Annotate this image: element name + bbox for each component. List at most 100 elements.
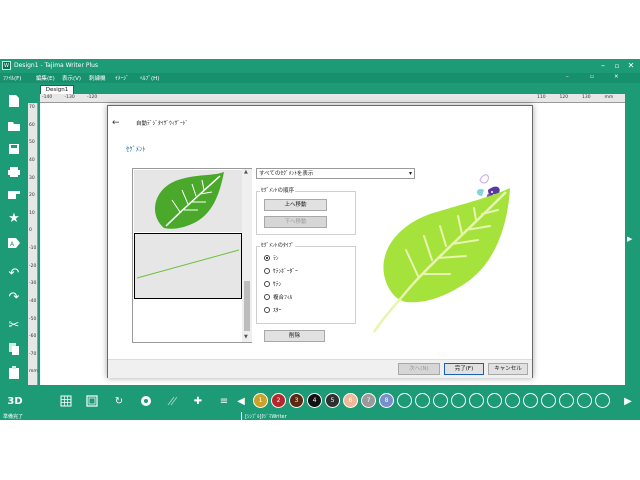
ruler-tick-label: 40 bbox=[29, 157, 35, 163]
radio-dot bbox=[264, 268, 270, 274]
segment-order-group bbox=[256, 191, 356, 235]
ruler-tick-label: 30 bbox=[29, 175, 35, 181]
vertical-ruler: 70 60 50 40 30 20 10 0 -10 -20 -30 -40 -50 -60 -70 mm bbox=[28, 103, 38, 385]
horizontal-ruler: -140 -130 -120 110 120 130 mm bbox=[40, 94, 625, 103]
print-icon[interactable] bbox=[4, 162, 24, 182]
ruler-tick-label: 50 bbox=[29, 140, 35, 146]
cancel-button[interactable]: キャンセル bbox=[488, 363, 528, 375]
menu-edit[interactable]: 編集(E) bbox=[36, 74, 55, 82]
color-scroll-left-icon[interactable]: ◀ bbox=[233, 393, 249, 409]
segment-thumbnail-line[interactable] bbox=[134, 233, 242, 299]
segment-thumbnail-leaf[interactable] bbox=[134, 170, 242, 232]
doc-close-icon[interactable]: ✕ bbox=[614, 74, 619, 80]
canvas-vertical-scrollbar[interactable]: ▶ bbox=[625, 103, 635, 385]
segment-list[interactable]: ▲ ▼ bbox=[132, 168, 252, 343]
ruler-tick-label: 110 bbox=[537, 95, 546, 100]
close-button[interactable]: ✕ bbox=[624, 61, 638, 71]
segment-list-scrollbar[interactable]: ▲ ▼ bbox=[242, 169, 252, 342]
empty-color-swatch[interactable] bbox=[577, 393, 592, 408]
radio-satin-border[interactable]: ｻﾃﾝﾎﾞｰﾀﾞｰ bbox=[264, 267, 298, 275]
move-up-button[interactable]: 上へ移動 bbox=[264, 199, 327, 211]
segment-order-label: ｾｸﾞﾒﾝﾄの順序 bbox=[260, 186, 296, 194]
undo-icon[interactable]: ↶ bbox=[4, 263, 24, 283]
scroll-thumb[interactable] bbox=[244, 281, 250, 331]
color-swatch-1[interactable]: 1 bbox=[253, 393, 268, 408]
move-icon[interactable]: ✚ bbox=[190, 393, 206, 409]
menu-view[interactable]: 表示(V) bbox=[62, 74, 81, 82]
ruler-tick-label: 130 bbox=[582, 95, 591, 100]
empty-color-swatch[interactable] bbox=[451, 393, 466, 408]
empty-color-swatch[interactable] bbox=[433, 393, 448, 408]
segment-preview bbox=[366, 164, 526, 339]
color-swatch-6[interactable]: 6 bbox=[343, 393, 358, 408]
new-file-icon[interactable] bbox=[4, 91, 24, 111]
left-toolbar: ★ A ↶ ↷ ✂ bbox=[0, 83, 28, 390]
empty-color-swatch[interactable] bbox=[541, 393, 556, 408]
move-down-button[interactable]: 下へ移動 bbox=[264, 216, 327, 228]
empty-color-swatch[interactable] bbox=[397, 393, 412, 408]
next-button[interactable]: 次へ(N) bbox=[398, 363, 440, 375]
paste-icon[interactable] bbox=[4, 363, 24, 383]
tab-simple-writer-label: [ｼﾝﾌﾟﾙ]ﾀｼﾞﾏWriter bbox=[245, 414, 287, 420]
menu-help[interactable]: ﾍﾙﾌﾟ(H) bbox=[140, 74, 159, 82]
hoop-icon[interactable] bbox=[84, 393, 100, 409]
copy-icon[interactable] bbox=[4, 339, 24, 359]
save-icon[interactable] bbox=[4, 139, 24, 159]
back-arrow-icon[interactable]: ← bbox=[112, 118, 120, 128]
color-swatch-8[interactable]: 8 bbox=[379, 393, 394, 408]
radio-dot bbox=[264, 294, 270, 300]
ruler-tick-label: -70 bbox=[29, 351, 37, 357]
tab-design1[interactable]: Design1 bbox=[40, 85, 74, 94]
color-scroll-right-icon[interactable]: ▶ bbox=[620, 393, 636, 409]
empty-color-swatch[interactable] bbox=[487, 393, 502, 408]
menu-image[interactable]: ｲﾒｰｼﾞ bbox=[115, 74, 129, 82]
menu-file[interactable]: ﾌｧｲﾙ(F) bbox=[3, 74, 21, 82]
star-icon[interactable]: ★ bbox=[4, 208, 24, 228]
color-swatch-4[interactable]: 4 bbox=[307, 393, 322, 408]
radio-run[interactable]: ﾗﾝ bbox=[264, 254, 279, 262]
color-swatch-3[interactable]: 3 bbox=[289, 393, 304, 408]
radio-star[interactable]: ｽﾀｰ bbox=[264, 306, 281, 314]
ruler-tick-label: -50 bbox=[29, 316, 37, 322]
tab-simple-writer[interactable]: [ｼﾝﾌﾟﾙ]ﾀｼﾞﾏWriter bbox=[241, 412, 331, 420]
open-folder-icon[interactable] bbox=[4, 116, 24, 136]
color-swatch-5[interactable]: 5 bbox=[325, 393, 340, 408]
empty-color-swatch[interactable] bbox=[469, 393, 484, 408]
color-swatch-2[interactable]: 2 bbox=[271, 393, 286, 408]
section-heading: ｾｸﾞﾒﾝﾄ bbox=[126, 145, 146, 153]
minimize-button[interactable]: – bbox=[596, 61, 610, 71]
refresh-icon[interactable]: ↻ bbox=[111, 393, 127, 409]
doc-minimize-icon[interactable]: – bbox=[566, 74, 569, 80]
export-icon[interactable]: A bbox=[4, 233, 24, 253]
segment-filter-value: すべてのｾｸﾞﾒﾝﾄを表示 bbox=[259, 171, 314, 177]
3d-view-button[interactable]: 3D bbox=[4, 393, 26, 409]
menu-embroidery[interactable]: 刺繍機 bbox=[89, 74, 106, 82]
empty-color-swatch[interactable] bbox=[415, 393, 430, 408]
maximize-button[interactable]: ▫ bbox=[610, 61, 624, 71]
radio-dot bbox=[264, 281, 270, 287]
ruler-tick-label: 70 bbox=[29, 105, 35, 110]
ruler-tick-label: -120 bbox=[87, 95, 98, 100]
target-icon[interactable] bbox=[138, 393, 154, 409]
empty-color-swatch[interactable] bbox=[523, 393, 538, 408]
scroll-down-icon[interactable]: ▼ bbox=[244, 334, 248, 340]
ruler-tick-label: -10 bbox=[29, 246, 37, 251]
grid-icon[interactable] bbox=[58, 393, 74, 409]
finish-button[interactable]: 完了(F) bbox=[444, 363, 484, 375]
window-title: Design1 - Tajima Writer Plus bbox=[14, 62, 99, 69]
radio-complex-fill[interactable]: 複合ﾌｨﾙ bbox=[264, 293, 292, 301]
color-swatch-7[interactable]: 7 bbox=[361, 393, 376, 408]
delete-button[interactable]: 削除 bbox=[264, 330, 325, 342]
scroll-right-arrow-icon[interactable]: ▶ bbox=[627, 235, 632, 243]
sewing-machine-icon[interactable] bbox=[4, 185, 24, 205]
doc-restore-icon[interactable]: ▫ bbox=[590, 74, 594, 80]
empty-color-swatch[interactable] bbox=[595, 393, 610, 408]
cut-icon[interactable]: ✂ bbox=[4, 315, 24, 335]
scroll-up-icon[interactable]: ▲ bbox=[244, 169, 248, 175]
empty-color-swatch[interactable] bbox=[505, 393, 520, 408]
redo-icon[interactable]: ↷ bbox=[4, 287, 24, 307]
slash-icon[interactable] bbox=[164, 393, 180, 409]
empty-color-swatch[interactable] bbox=[559, 393, 574, 408]
radio-satin[interactable]: ｻﾃﾝ bbox=[264, 280, 281, 288]
list-icon[interactable]: ≡ bbox=[216, 393, 232, 409]
